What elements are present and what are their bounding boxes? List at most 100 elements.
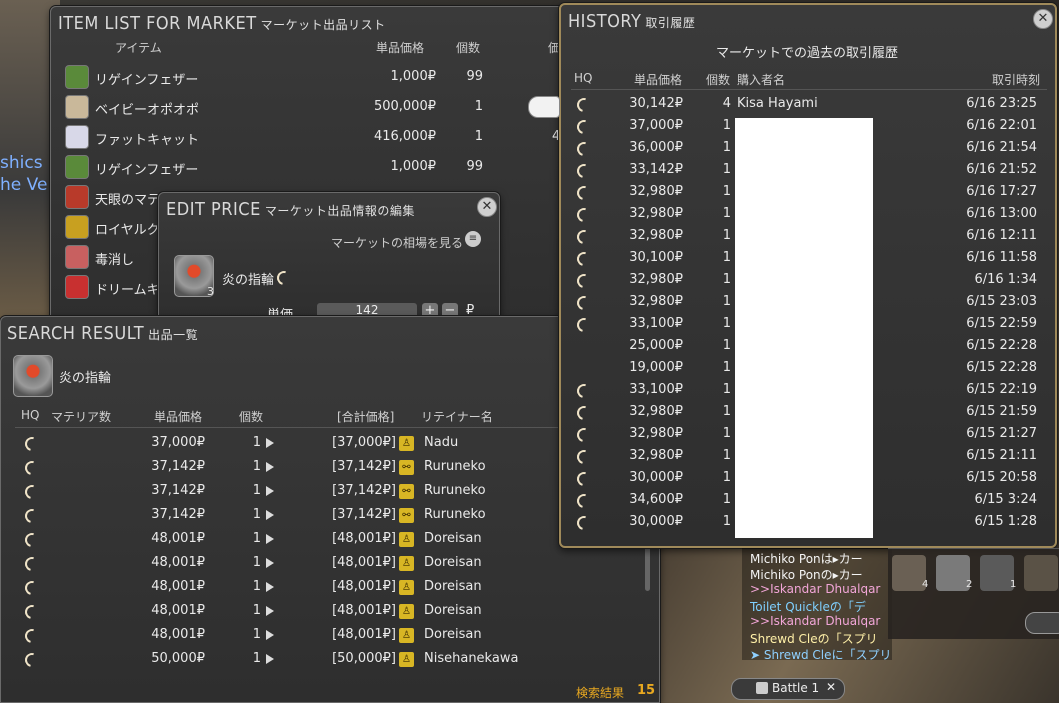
action-button[interactable] xyxy=(1025,612,1059,634)
retainer-name: Doreisan xyxy=(424,555,482,570)
chat-tab-battle[interactable]: Battle 1 ✕ xyxy=(731,678,845,700)
history-time: 6/15 22:19 xyxy=(966,382,1037,397)
history-unit-price: 33,142₽ xyxy=(629,162,683,177)
play-arrow-icon xyxy=(266,438,274,448)
history-unit-price: 30,142₽ xyxy=(629,96,683,111)
history-unit-price: 32,980₽ xyxy=(629,228,683,243)
listing-unit-price: 37,000₽ xyxy=(151,435,205,450)
play-arrow-icon xyxy=(266,582,274,592)
history-unit-price: 32,980₽ xyxy=(629,294,683,309)
feather-icon xyxy=(65,155,89,179)
listing-total-price: [50,000₽] xyxy=(332,651,396,666)
history-unit-price: 32,980₽ xyxy=(629,184,683,199)
listing-qty: 1 xyxy=(252,627,261,642)
listing-qty: 1 xyxy=(252,555,261,570)
history-time: 6/16 17:27 xyxy=(966,184,1037,199)
history-time-header: 取引時刻 xyxy=(992,73,1041,87)
history-unit-price: 33,100₽ xyxy=(629,382,683,397)
hat-icon xyxy=(65,275,89,299)
history-qty: 1 xyxy=(722,448,731,463)
retainer-icon: ♙ xyxy=(399,532,414,547)
history-qty-header: 個数 xyxy=(706,73,731,87)
play-arrow-icon xyxy=(266,558,274,568)
retainer-name: Doreisan xyxy=(424,531,482,546)
history-qty: 1 xyxy=(722,206,731,221)
cat-icon xyxy=(65,125,89,149)
history-qty: 1 xyxy=(722,492,731,507)
retainer-icon: ♙ xyxy=(399,652,414,667)
item-qty: 1 xyxy=(474,129,483,144)
retainer-name: Ruruneko xyxy=(424,507,486,522)
history-qty: 1 xyxy=(722,338,731,353)
history-unit-price: 32,980₽ xyxy=(629,404,683,419)
edit-item-hq-icon xyxy=(274,268,294,288)
opo-icon xyxy=(65,95,89,119)
play-arrow-icon xyxy=(266,630,274,640)
chat-line: Michiko Ponの▸カー xyxy=(750,568,863,582)
history-qty: 1 xyxy=(722,250,731,265)
listing-total-price: [37,142₽] xyxy=(332,507,396,522)
play-arrow-icon xyxy=(266,534,274,544)
listing-unit-price: 37,142₽ xyxy=(151,483,205,498)
retainer-icon: ♙ xyxy=(399,628,414,643)
history-time: 6/15 23:03 xyxy=(966,294,1037,309)
retainer-name: Nisehanekawa xyxy=(424,651,519,666)
market-price-list-icon[interactable]: ≡ xyxy=(465,231,481,247)
qty-column-header: 個数 xyxy=(456,41,481,55)
item-list-title: ITEM LIST FOR MARKET マーケット出品リスト xyxy=(58,13,386,34)
history-unit-price: 19,000₽ xyxy=(629,360,683,375)
history-unit-price-header: 単品価格 xyxy=(634,73,683,87)
history-qty: 1 xyxy=(722,272,731,287)
history-unit-price: 37,000₽ xyxy=(629,118,683,133)
listing-unit-price: 48,001₽ xyxy=(151,627,205,642)
hotbar-slot[interactable] xyxy=(1024,555,1058,591)
listing-total-price: [37,000₽] xyxy=(332,435,396,450)
history-qty: 1 xyxy=(722,184,731,199)
chat-line: Toilet Quickleの「デ xyxy=(750,600,866,614)
search-item-ring-icon xyxy=(13,355,53,397)
history-title: HISTORY 取引履歴 xyxy=(568,11,696,32)
materia-column-header: マテリア数 xyxy=(51,410,112,424)
retainer-icon: ♙ xyxy=(399,556,414,571)
hotbar-slot[interactable] xyxy=(892,555,926,591)
retainer-name: Doreisan xyxy=(424,603,482,618)
history-header-divider xyxy=(571,89,1047,90)
market-price-link[interactable]: マーケットの相場を見る xyxy=(331,234,463,251)
item-unit-price: 1,000₽ xyxy=(390,69,437,84)
history-time: 6/15 22:28 xyxy=(966,338,1037,353)
hotbar-slot[interactable] xyxy=(980,555,1014,591)
listing-qty: 1 xyxy=(252,603,261,618)
item-name: ベイビーオポオポ xyxy=(95,103,200,118)
feather-icon xyxy=(65,65,89,89)
history-time: 6/15 21:11 xyxy=(966,448,1037,463)
retainer-pair-icon: ⚯ xyxy=(399,460,414,475)
listing-qty: 1 xyxy=(252,435,261,450)
history-qty: 1 xyxy=(722,140,731,155)
history-close-icon[interactable]: ✕ xyxy=(1033,9,1053,29)
item-name: 天眼のマテ xyxy=(95,193,161,208)
chat-tab-close-icon[interactable]: ✕ xyxy=(826,680,836,694)
retainer-pair-icon: ⚯ xyxy=(399,484,414,499)
history-unit-price: 36,000₽ xyxy=(629,140,683,155)
item-name: ロイヤルク xyxy=(95,223,160,238)
listing-total-price: [48,001₽] xyxy=(332,555,396,570)
history-qty: 1 xyxy=(722,316,731,331)
history-unit-price: 30,000₽ xyxy=(629,470,683,485)
hotbar-slot[interactable] xyxy=(936,555,970,591)
chat-line: Shrewd Cleの「スプリ xyxy=(750,632,878,646)
edit-price-close-icon[interactable]: ✕ xyxy=(477,197,497,217)
history-unit-price: 33,100₽ xyxy=(629,316,683,331)
retainer-pair-icon: ⚯ xyxy=(399,508,414,523)
history-time: 6/15 21:59 xyxy=(966,404,1037,419)
fruit-icon xyxy=(65,215,89,239)
history-time: 6/16 13:00 xyxy=(966,206,1037,221)
history-time: 6/15 22:28 xyxy=(966,360,1037,375)
history-hq-header: HQ xyxy=(574,71,593,85)
item-qty: 99 xyxy=(466,69,483,84)
chat-tab-icon xyxy=(756,682,768,694)
history-time: 6/15 21:27 xyxy=(966,426,1037,441)
listing-total-price: [48,001₽] xyxy=(332,579,396,594)
search-result-count: 15 xyxy=(637,683,656,698)
history-qty: 4 xyxy=(722,96,731,111)
retainer-name: Ruruneko xyxy=(424,459,486,474)
